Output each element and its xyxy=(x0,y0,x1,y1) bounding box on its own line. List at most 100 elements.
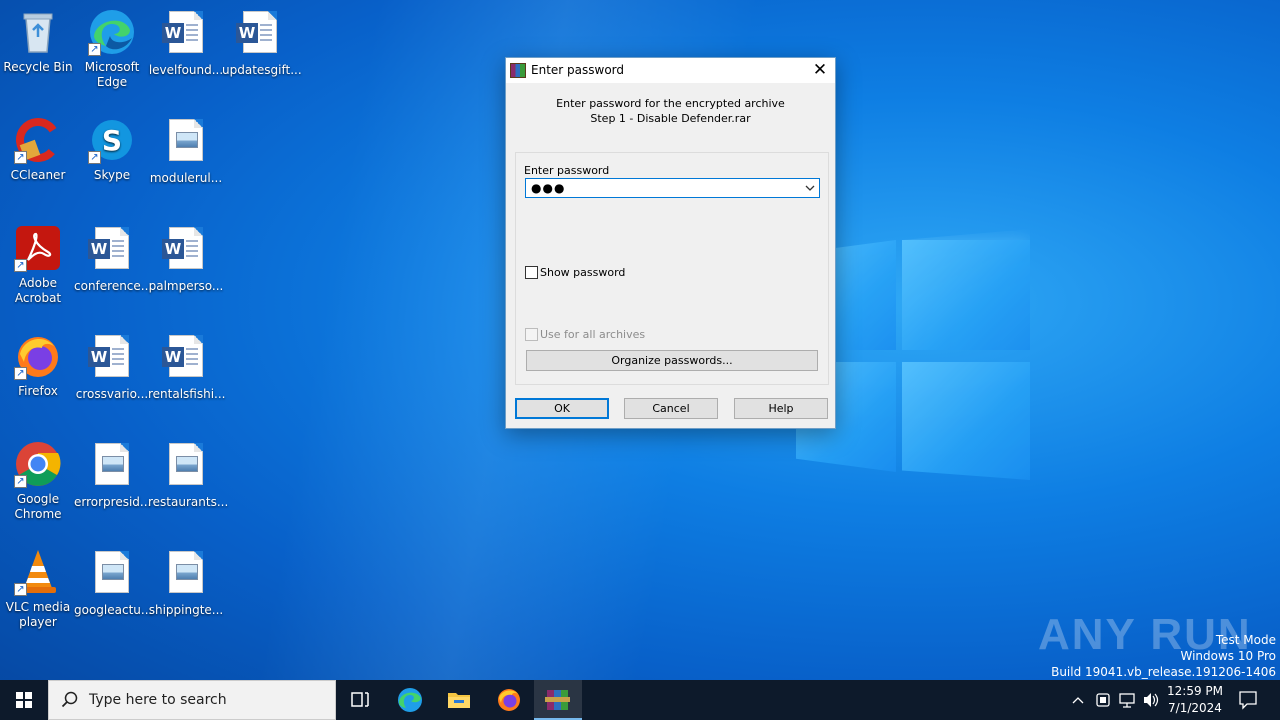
image-file-icon xyxy=(88,551,136,599)
help-button[interactable]: Help xyxy=(734,398,828,419)
image-file-icon xyxy=(162,119,210,167)
dialog-titlebar[interactable]: Enter password ✕ xyxy=(506,58,835,83)
build-text: Build 19041.vb_release.191206-1406 xyxy=(1051,665,1276,679)
desktop-icon-label: Recycle Bin xyxy=(3,60,73,74)
network-icon[interactable] xyxy=(1118,680,1136,720)
close-icon[interactable]: ✕ xyxy=(805,58,835,83)
volume-icon[interactable] xyxy=(1142,680,1160,720)
desktop-icon-label: crossvario... xyxy=(75,387,149,401)
cancel-button[interactable]: Cancel xyxy=(624,398,718,419)
ok-button[interactable]: OK xyxy=(515,398,609,419)
desktop-icon-label: CCleaner xyxy=(10,168,66,182)
test-mode-text: Test Mode xyxy=(1215,633,1276,647)
show-password-label[interactable]: Show password xyxy=(540,266,625,279)
firefox-icon: ↗ xyxy=(14,332,62,380)
start-button[interactable] xyxy=(0,680,48,720)
desktop-icon-firefox[interactable]: ↗ Firefox xyxy=(0,332,76,399)
ccleaner-icon: ↗ xyxy=(14,116,62,164)
desktop-icon-label: updatesgift... xyxy=(222,63,302,77)
task-view-icon xyxy=(351,692,369,707)
image-file-icon xyxy=(162,551,210,599)
taskbar: Type here to search 12:59 PM 7/1/2024 xyxy=(0,680,1280,720)
desktop-icon-ccleaner[interactable]: ↗ CCleaner xyxy=(0,116,76,183)
desktop-icon-google-chrome[interactable]: ↗ Google Chrome xyxy=(0,440,76,522)
dialog-message: Enter password for the encrypted archive… xyxy=(506,96,835,126)
action-center-button[interactable] xyxy=(1236,680,1260,720)
use-for-all-archives-checkbox[interactable] xyxy=(525,328,538,341)
desktop-icon-recycle-bin[interactable]: Recycle Bin xyxy=(0,8,76,75)
desktop-icon-skype[interactable]: S ↗ Skype xyxy=(74,116,150,183)
svg-text:S: S xyxy=(102,124,122,157)
desktop-icon-levelfound[interactable]: W levelfound... xyxy=(148,8,224,78)
shortcut-arrow-icon: ↗ xyxy=(14,475,27,488)
taskbar-clock[interactable]: 12:59 PM 7/1/2024 xyxy=(1160,683,1230,717)
taskbar-search-box[interactable]: Type here to search xyxy=(48,680,336,720)
desktop-icon-label: modulerul... xyxy=(149,171,223,185)
desktop-icon-label: conference... xyxy=(74,279,153,293)
image-file-icon xyxy=(162,443,210,491)
show-password-checkbox[interactable] xyxy=(525,266,538,279)
desktop-icon-adobe-acrobat[interactable]: ↗ Adobe Acrobat xyxy=(0,224,76,306)
taskbar-file-explorer-button[interactable] xyxy=(435,680,483,720)
desktop-icon-label: Firefox xyxy=(18,384,58,398)
desktop-icon-label: levelfound... xyxy=(148,63,224,77)
winrar-icon xyxy=(545,690,570,710)
desktop-icon-errorpresid[interactable]: errorpresid... xyxy=(74,440,152,510)
skype-icon: S ↗ xyxy=(88,116,136,164)
taskbar-firefox-button[interactable] xyxy=(485,680,533,720)
desktop-icon-shippingte[interactable]: shippingte... xyxy=(148,548,224,618)
password-label: Enter password xyxy=(524,164,610,177)
tray-overflow-chevron-icon[interactable] xyxy=(1070,680,1086,720)
enter-password-dialog: Enter password ✕ Enter password for the … xyxy=(505,57,836,429)
desktop-icon-label: Skype xyxy=(93,168,131,182)
vlc-cone-icon: ↗ xyxy=(14,548,62,596)
word-document-icon: W xyxy=(162,227,210,275)
image-file-icon xyxy=(88,443,136,491)
edition-text: Windows 10 Pro xyxy=(1180,649,1276,663)
desktop-icon-crossvario[interactable]: W crossvario... xyxy=(74,332,150,402)
edge-icon xyxy=(398,688,422,712)
search-icon xyxy=(61,691,79,712)
desktop-icon-label: errorpresid... xyxy=(74,495,152,509)
winrar-icon xyxy=(510,63,526,78)
shortcut-arrow-icon: ↗ xyxy=(14,259,27,272)
chevron-down-icon[interactable] xyxy=(804,181,816,195)
notification-icon xyxy=(1239,691,1257,710)
desktop-icon-label: googleactu... xyxy=(74,603,153,617)
organize-passwords-button[interactable]: Organize passwords... xyxy=(526,350,818,371)
desktop-icon-restaurants[interactable]: restaurants... xyxy=(148,440,229,510)
shortcut-arrow-icon: ↗ xyxy=(88,43,101,56)
shortcut-arrow-icon: ↗ xyxy=(14,367,27,380)
desktop-icon-label: Adobe Acrobat xyxy=(14,276,62,305)
desktop-icon-rentalsfishi[interactable]: W rentalsfishi... xyxy=(148,332,226,402)
clock-time: 12:59 PM xyxy=(1167,684,1223,698)
desktop-icon-label: rentalsfishi... xyxy=(148,387,226,401)
desktop-icon-label: restaurants... xyxy=(148,495,229,509)
desktop-icon-microsoft-edge[interactable]: ↗ Microsoft Edge xyxy=(74,8,150,90)
desktop-icon-vlc-media-player[interactable]: ↗ VLC media player xyxy=(0,548,76,630)
password-value: ●●● xyxy=(531,181,566,195)
desktop-icon-googleactu[interactable]: googleactu... xyxy=(74,548,153,618)
tray-defender-icon[interactable] xyxy=(1094,680,1112,720)
desktop-icon-label: shippingte... xyxy=(148,603,224,617)
desktop-icon-palmperso[interactable]: W palmperso... xyxy=(148,224,224,294)
task-view-button[interactable] xyxy=(336,680,384,720)
password-input[interactable]: ●●● xyxy=(525,178,820,198)
desktop-icon-modulerul[interactable]: modulerul... xyxy=(148,116,224,186)
folder-icon xyxy=(448,693,470,708)
taskbar-winrar-button[interactable] xyxy=(534,680,582,720)
desktop-icon-updatesgift[interactable]: W updatesgift... xyxy=(222,8,302,78)
archive-name: Step 1 - Disable Defender.rar xyxy=(590,112,751,125)
recycle-bin-icon xyxy=(14,8,62,56)
use-for-all-archives-label: Use for all archives xyxy=(540,328,646,341)
message-line-1: Enter password for the encrypted archive xyxy=(556,97,785,110)
chrome-icon: ↗ xyxy=(14,440,62,488)
shortcut-arrow-icon: ↗ xyxy=(88,151,101,164)
word-document-icon: W xyxy=(236,11,284,59)
taskbar-edge-button[interactable] xyxy=(386,680,434,720)
dialog-title: Enter password xyxy=(531,63,624,77)
password-group: Enter password ●●● Show password Use for… xyxy=(515,152,829,385)
word-document-icon: W xyxy=(88,335,136,383)
windows-build-watermark: Test Mode Windows 10 Pro Build 19041.vb_… xyxy=(1051,632,1280,680)
desktop-icon-conference[interactable]: W conference... xyxy=(74,224,153,294)
